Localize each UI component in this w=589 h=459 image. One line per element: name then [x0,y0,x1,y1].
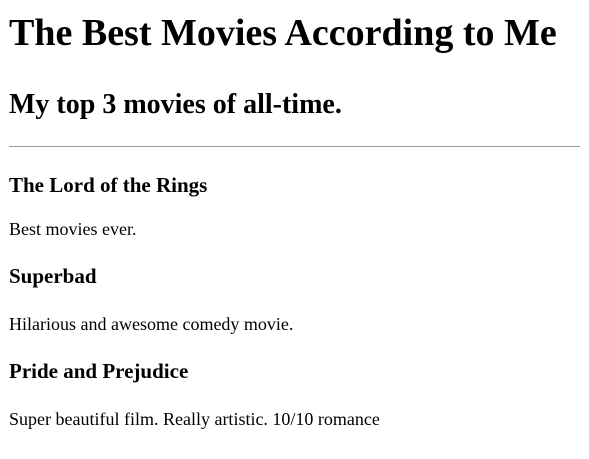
movie-item: The Lord of the Rings Best movies ever. [9,172,580,240]
movie-description: Hilarious and awesome comedy movie. [9,314,294,334]
movie-description: Super beautiful film. Really artistic. 1… [9,409,380,429]
divider [9,146,580,147]
movie-title: Superbad [9,264,97,288]
movie-item: Pride and Prejudice Super beautiful film… [9,358,580,430]
movie-title: The Lord of the Rings [9,173,208,197]
movie-list: The Lord of the Rings Best movies ever. … [9,172,580,430]
page-title: The Best Movies According to Me [9,12,557,54]
movie-item: Superbad Hilarious and awesome comedy mo… [9,263,580,335]
movie-title: Pride and Prejudice [9,359,189,383]
page-subtitle: My top 3 movies of all-time. [9,89,342,120]
movie-description: Best movies ever. [9,219,137,239]
